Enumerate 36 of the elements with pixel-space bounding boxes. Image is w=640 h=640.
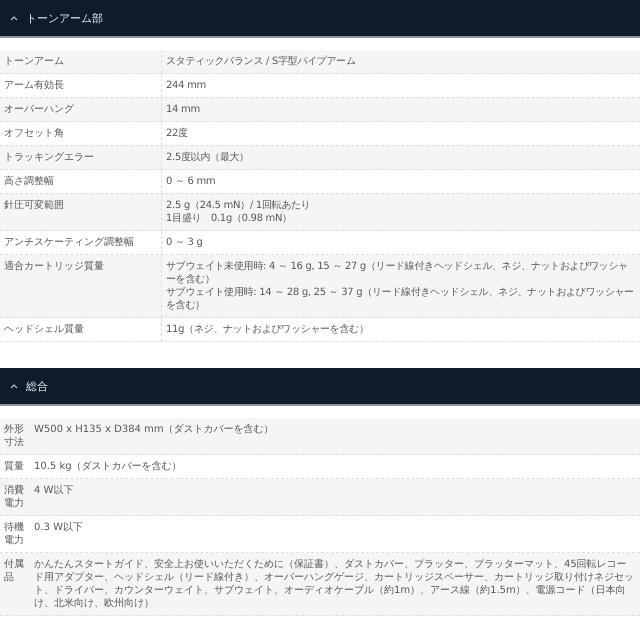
spec-value: 0 ～ 3 g	[166, 236, 204, 249]
spec-label: トーンアーム	[0, 50, 162, 73]
spec-value: 2.5度以内（最大）	[166, 151, 250, 164]
spec-label: 消費電力	[3, 484, 25, 511]
section-title: 総合	[26, 378, 48, 394]
spec-value: 14 mm	[166, 103, 201, 116]
spec-label: 適合カートリッジ質量	[0, 255, 162, 317]
spec-value: サブウェイト使用時: 14 ～ 28 g, 25 ～ 37 g（リード線付きヘッドシェル、ネジ、ナットおよびワッシャーを含む）	[166, 286, 635, 312]
spec-value: サブウェイト未使用時: 4 ～ 16 g, 15 ～ 27 g（リード線付きヘッドシェル、ネジ、ナットおよびワッシャーを含む）	[166, 260, 629, 286]
spec-value: 22度	[166, 127, 189, 140]
spec-label: 外形寸法	[3, 423, 25, 450]
spec-label: アンチスケーティング調整幅	[0, 231, 162, 254]
spec-value: 11g（ネジ、ナットおよびワッシャーを含む）	[166, 323, 370, 336]
spec-value: 10.5 kg（ダストカバーを含む）	[34, 460, 183, 473]
spec-label: 待機電力	[3, 520, 25, 548]
spec-label: オフセット角	[0, 122, 162, 145]
spec-label: 針圧可変範囲	[0, 194, 162, 230]
spec-value: 0 ～ 6 mm	[166, 175, 216, 188]
spec-value: 2.5 g（24.5 mN）/ 1回転あたり	[166, 199, 312, 212]
spec-value: かんたんスタートガイド、安全上お使いいただくために（保証書）、ダストカバー、プラッター、プラッターマット、45回転レコード用アダプター、ヘッドシェル（リード線付き）、オーバーハングゲージ、カートリッジスペーサー、カートリッジ取り付けネジセット、ドライバー、カウンターウェイト、サブウェイト、オーディオケーブル（約1m）、アース線（約1.5m）、電源コード（日本向け、北米向け、欧州向け）	[34, 558, 635, 610]
section-title: トーンアーム部	[26, 10, 103, 26]
spec-label: 付属品	[3, 558, 25, 585]
spec-label: 高さ調整幅	[0, 170, 162, 193]
spec-value: W500 x H135 x D384 mm（ダストカバーを含む）	[34, 423, 275, 436]
spec-value: 244 mm	[166, 79, 207, 92]
spec-label: トラッキングエラー	[0, 146, 162, 169]
spec-value: 1目盛り 0.1g（0.98 mN）	[166, 212, 293, 225]
section-header[interactable]: 総合	[0, 368, 640, 406]
spec-label: オーバーハング	[0, 98, 162, 121]
spec-label: ヘッドシェル質量	[0, 318, 162, 341]
spec-value: 0.3 W以下	[34, 521, 84, 534]
spec-value: 4 W以下	[34, 484, 74, 497]
spec-value: スタティックバランス / S字型パイプアーム	[166, 55, 356, 68]
spec-label: 質量	[3, 460, 25, 474]
section-header[interactable]: トーンアーム部	[0, 0, 640, 38]
spec-label: アーム有効長	[0, 74, 162, 97]
